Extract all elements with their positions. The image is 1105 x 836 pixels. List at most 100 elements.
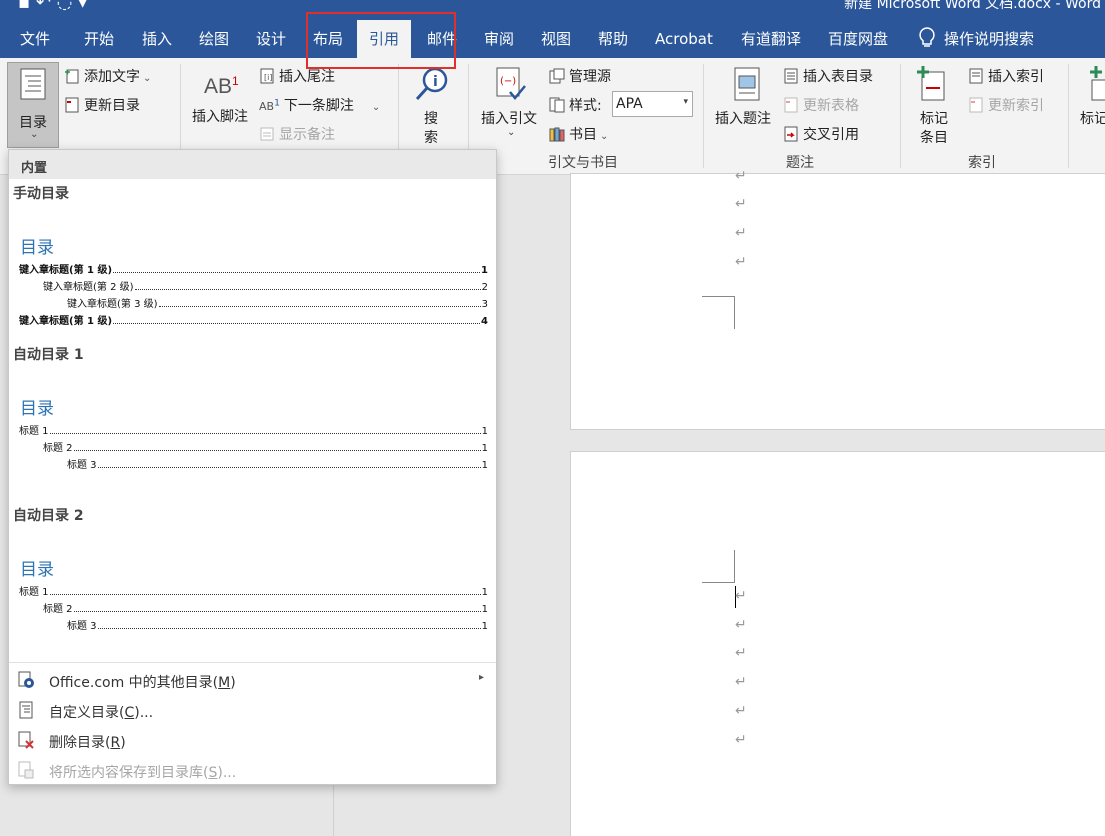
label-part: ) <box>230 675 236 691</box>
mark-entry-button[interactable]: 标记 条目 <box>910 64 962 148</box>
insert-citation-button[interactable]: (−) 插入引文 ⌄ <box>478 64 544 148</box>
paragraph-mark: ↵ <box>735 617 747 633</box>
tab-baidu-netdisk[interactable]: 百度网盘 <box>816 20 900 58</box>
insert-table-of-figures-button[interactable]: 插入表目录 <box>783 66 873 86</box>
toc-button[interactable]: 目录 ⌄ <box>7 62 59 148</box>
toc-line-page: 4 <box>481 316 488 327</box>
manual-toc-heading: 目录 <box>20 238 54 258</box>
style-icon <box>549 97 565 113</box>
insert-citation-label: 插入引文 <box>481 111 537 127</box>
custom-toc-item[interactable]: 自定义目录(C)... <box>9 695 496 725</box>
insert-footnote-label: 插入脚注 <box>192 109 248 125</box>
chevron-down-icon: ▾ <box>683 97 688 107</box>
label-part: 将所选内容保存到目录库( <box>49 765 209 781</box>
show-notes-button[interactable]: 显示备注 <box>259 124 335 144</box>
mark-entry-label-line1: 标记 <box>920 111 948 127</box>
update-toc-button[interactable]: 更新目录 <box>64 95 140 115</box>
toc-gallery-item-auto1[interactable]: 自动目录 1 目录 标题 1 1 标题 2 1 标题 3 1 <box>9 340 496 475</box>
crop-mark <box>702 296 735 329</box>
tab-draw[interactable]: 绘图 <box>187 20 241 58</box>
tab-acrobat[interactable]: Acrobat <box>643 20 725 58</box>
label-part: )... <box>217 765 237 781</box>
tab-home[interactable]: 开始 <box>72 20 126 58</box>
chevron-down-icon: ⌄ <box>143 73 152 84</box>
toc-line-text: 键入章标题(第 3 级) <box>67 299 158 310</box>
tab-file[interactable]: 文件 <box>8 20 62 58</box>
cross-reference-icon <box>784 126 798 142</box>
next-footnote-button[interactable]: AB1 下一条脚注 ⌄ <box>259 95 380 115</box>
toc-line-text: 键入章标题(第 1 级) <box>19 316 113 327</box>
toc-line-text: 标题 3 <box>67 460 97 471</box>
tab-youdao-translate[interactable]: 有道翻译 <box>729 20 813 58</box>
insert-caption-button[interactable]: 插入题注 <box>713 64 779 127</box>
insert-caption-icon <box>734 67 760 101</box>
chevron-down-icon: ⌄ <box>507 127 516 138</box>
next-footnote-label: 下一条脚注 <box>283 98 354 114</box>
tab-design[interactable]: 设计 <box>244 20 298 58</box>
mark-entry-label-line2: 条目 <box>920 130 948 146</box>
tab-mailings[interactable]: 邮件 <box>415 20 469 58</box>
toc-line-text: 标题 2 <box>43 604 73 615</box>
access-key: M <box>218 675 231 691</box>
toc-gallery-item-auto2[interactable]: 自动目录 2 目录 标题 1 1 标题 2 1 标题 3 1 <box>9 501 496 636</box>
bibliography-button[interactable]: 书目 ⌄ <box>549 124 608 144</box>
toc-line-page: 1 <box>481 604 488 615</box>
manage-sources-label: 管理源 <box>569 69 611 85</box>
tab-references[interactable]: 引用 <box>357 20 412 58</box>
custom-toc-icon <box>19 701 33 719</box>
toc-gallery-item-manual[interactable]: 手动目录 目录 键入章标题(第 1 级) 1 键入章标题(第 2 级) 2 键入章标… <box>9 179 496 334</box>
toc-line: 标题 1 1 <box>19 423 488 437</box>
builtin-section-header: 内置 <box>9 150 496 179</box>
insert-footnote-button[interactable]: AB1 插入脚注 <box>190 68 254 128</box>
search-info-icon: i <box>415 67 448 101</box>
quick-access-toolbar[interactable]: ▪ ↶ ◌ ▾ <box>18 0 87 13</box>
remove-toc-item[interactable]: 删除目录(R) <box>9 725 496 755</box>
tab-view[interactable]: 视图 <box>529 20 583 58</box>
svg-text:[i]: [i] <box>264 73 272 82</box>
mark-citation-button[interactable]: 标记 <box>1078 64 1105 134</box>
toc-line-text: 标题 1 <box>19 587 49 598</box>
tab-review[interactable]: 审阅 <box>472 20 526 58</box>
search-button[interactable]: i 搜 索 <box>410 66 456 148</box>
access-key: R <box>110 735 121 751</box>
manage-sources-button[interactable]: 管理源 <box>549 66 611 86</box>
mark-citation-icon <box>1090 66 1105 101</box>
auto2-toc-heading: 目录 <box>20 560 54 580</box>
insert-endnote-button[interactable]: [i] 插入尾注 <box>259 66 335 86</box>
toc-line: 标题 2 1 <box>43 601 488 615</box>
document-page-2[interactable]: ↵ ↵ ↵ ↵ ↵ ↵ <box>570 451 1105 836</box>
document-page-1[interactable]: ↵ ↵ ↵ ↵ <box>570 168 1105 430</box>
index-group-label: 索引 <box>968 155 996 171</box>
crop-mark <box>702 550 735 583</box>
title-bar: ▪ ↶ ◌ ▾ 新建 Microsoft Word 文档.docx - Word <box>0 0 1105 20</box>
save-selection-to-toc-gallery-item[interactable]: 将所选内容保存到目录库(S)... <box>9 755 496 785</box>
update-document-icon <box>65 97 79 113</box>
style-dropdown[interactable]: APA ▾ <box>612 91 693 117</box>
toc-line: 标题 3 1 <box>67 618 488 632</box>
insert-table-of-figures-label: 插入表目录 <box>803 69 873 85</box>
tab-insert[interactable]: 插入 <box>130 20 184 58</box>
update-index-button[interactable]: 更新索引 <box>968 95 1044 115</box>
cross-reference-button[interactable]: 交叉引用 <box>783 124 859 144</box>
group-separator <box>900 64 901 168</box>
add-text-button[interactable]: 添加文字 ⌄ <box>64 66 151 86</box>
endnote-icon: [i] <box>260 68 274 84</box>
toc-line-page: 1 <box>481 621 488 632</box>
toc-line: 标题 3 1 <box>67 457 488 471</box>
toc-line-text: 键入章标题(第 2 级) <box>43 282 134 293</box>
style-selector: 样式: <box>549 95 602 115</box>
svg-text:i: i <box>433 74 438 90</box>
tell-me-search[interactable]: 操作说明搜索 <box>906 20 1046 58</box>
tab-help[interactable]: 帮助 <box>586 20 640 58</box>
insert-index-button[interactable]: 插入索引 <box>968 66 1044 86</box>
table-of-contents-icon <box>20 68 46 100</box>
office-more-tocs-item[interactable]: Office.com 中的其他目录(M) ▸ <box>9 665 496 695</box>
insert-index-label: 插入索引 <box>988 69 1044 85</box>
tab-layout[interactable]: 布局 <box>301 20 355 58</box>
paragraph-mark: ↵ <box>735 645 747 661</box>
paragraph-mark: ↵ <box>735 196 747 212</box>
toc-line-page: 1 <box>481 443 488 454</box>
update-table-button[interactable]: 更新表格 <box>783 95 859 115</box>
save-to-gallery-icon <box>18 761 34 779</box>
tell-me-label: 操作说明搜索 <box>944 30 1035 48</box>
